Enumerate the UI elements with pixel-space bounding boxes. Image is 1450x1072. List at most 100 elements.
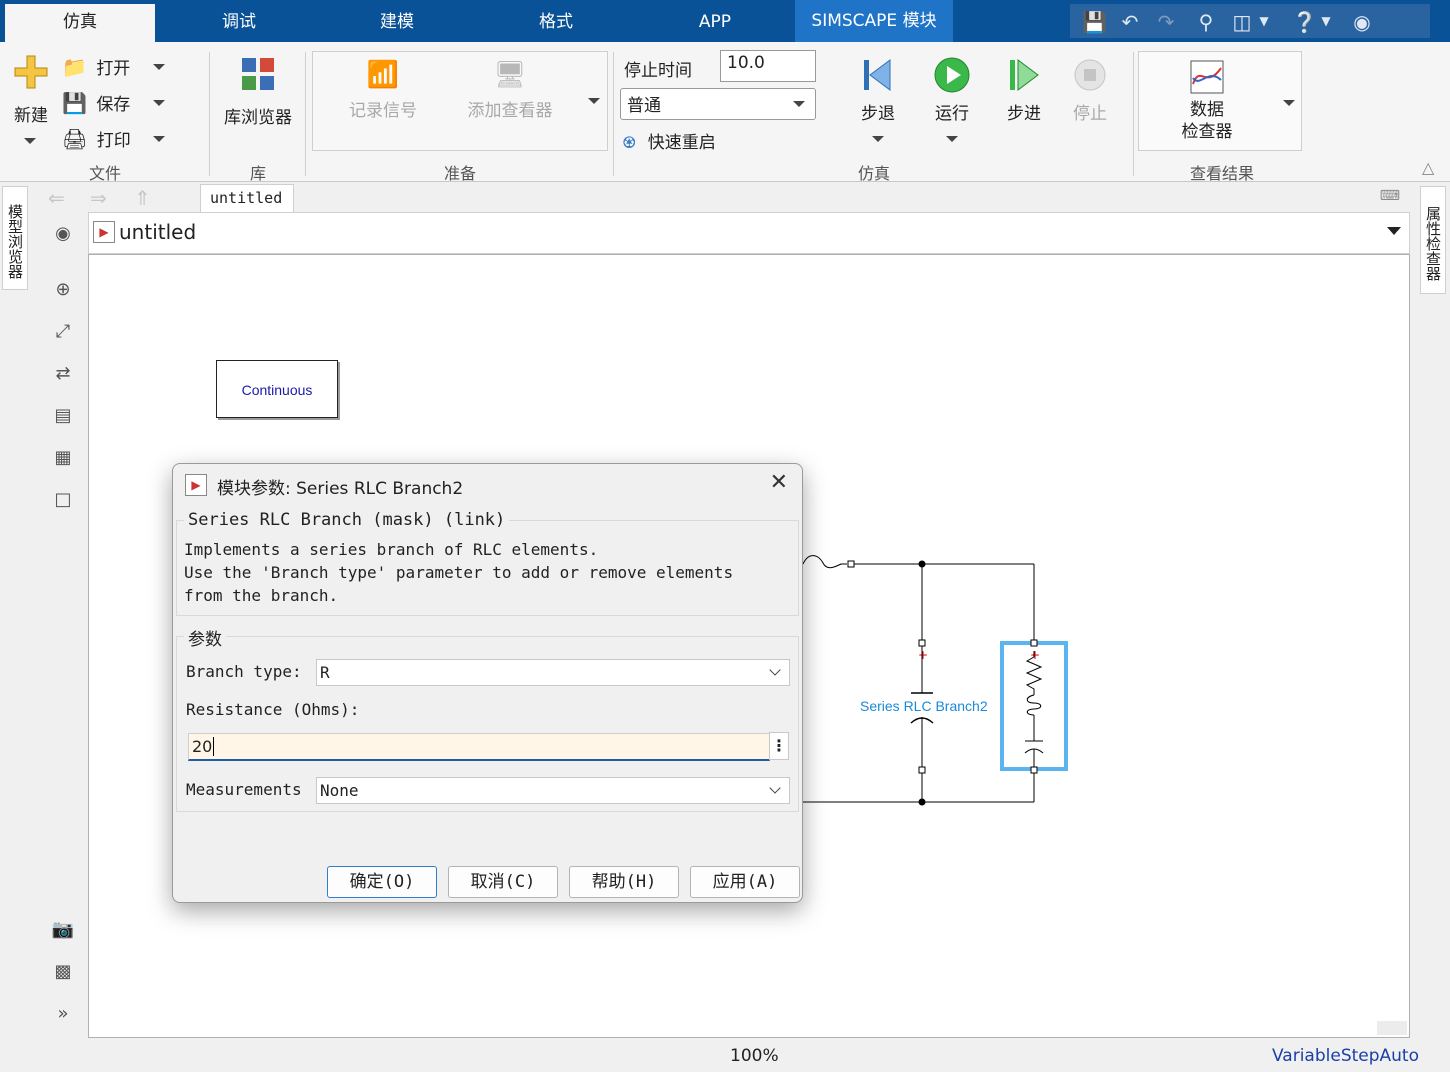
divider [613, 52, 614, 176]
chevron-down-icon[interactable] [588, 98, 600, 104]
search-icon[interactable]: ⚲ [1194, 10, 1218, 34]
step-back-label: 步退 [861, 104, 895, 124]
ok-button[interactable]: 确定(O) [327, 866, 437, 898]
library-browser-button[interactable]: 库浏览器 [219, 56, 297, 128]
chevron-down-icon[interactable] [1387, 227, 1401, 235]
chevron-down-icon[interactable] [153, 64, 165, 70]
branch-type-label: Branch type: [186, 662, 302, 681]
tab-modeling[interactable]: 建模 [318, 4, 476, 42]
port [1030, 639, 1038, 647]
ribbon: 新建 📁 打开 💾 保存 🖨 打印 文件 库浏览器 库 📶 记录信号 🖥 添加查… [0, 42, 1450, 183]
text-cursor [213, 737, 215, 756]
add-viewer-button[interactable]: 🖥 添加查看器 [463, 60, 557, 121]
divider [305, 52, 306, 176]
chevron-down-icon [769, 664, 781, 676]
folder-icon: 📁 [62, 55, 87, 79]
arrows-icon[interactable]: ⇄ [51, 362, 75, 386]
up-arrow-icon[interactable]: ⇑ [134, 186, 151, 210]
model-browser-tab[interactable]: 模型浏览器 [2, 186, 28, 290]
data-inspector-button[interactable]: 数据 检查器 [1165, 60, 1249, 143]
chevron-down-icon [769, 782, 781, 794]
back-arrow-icon[interactable]: ⇐ [48, 186, 65, 210]
save-icon[interactable]: 💾 [1082, 10, 1107, 34]
block-icon: ▶ [185, 474, 207, 496]
chevron-down-icon[interactable] [872, 136, 884, 142]
branch-type-select[interactable]: R [316, 659, 790, 686]
fit-to-view-icon[interactable]: ⤢ [51, 320, 75, 344]
open-button[interactable]: 📁 打开 [62, 54, 130, 79]
editor-tab[interactable]: untitled [200, 184, 294, 212]
port [1030, 766, 1038, 774]
hide-explorer-icon[interactable]: ◉ [51, 222, 75, 246]
chevron-down-icon[interactable] [153, 136, 165, 142]
redo-icon[interactable]: ↷ [1154, 10, 1178, 34]
step-forward-button[interactable]: 步进 [1002, 56, 1046, 124]
tab-simscape[interactable]: SIMSCAPE 模块 [795, 0, 953, 42]
property-inspector-strip: 属性检查器 [1418, 182, 1450, 1072]
library-browser-label: 库浏览器 [224, 108, 292, 128]
help-button[interactable]: 帮助(H) [569, 866, 679, 898]
new-button[interactable]: 新建 [10, 54, 52, 126]
solver-status[interactable]: VariableStepAuto [1272, 1046, 1419, 1066]
annotation-icon[interactable]: ▤ [51, 404, 75, 428]
resistance-label: Resistance (Ohms): [186, 700, 360, 719]
area-icon[interactable]: □ [51, 488, 75, 512]
measurements-value: None [320, 781, 359, 800]
parameters-label: 参数 [184, 625, 226, 650]
chevron-down-icon[interactable] [153, 100, 165, 106]
collapse-ribbon-icon[interactable]: △ [1422, 158, 1434, 177]
screenshot-icon[interactable]: 📷 [51, 918, 75, 942]
property-inspector-tab[interactable]: 属性检查器 [1420, 186, 1446, 294]
image-icon[interactable]: ▦ [51, 446, 75, 470]
log-signals-button[interactable]: 📶 记录信号 [345, 60, 421, 121]
chevron-down-icon[interactable] [946, 136, 958, 142]
zoom-in-icon[interactable]: ⊕ [51, 278, 75, 302]
stop-time-input[interactable]: 10.0 [720, 50, 816, 82]
fast-restart-button[interactable]: ♼ 快速重启 [622, 128, 716, 153]
model-browser-strip: 模型浏览器 [0, 182, 32, 1072]
tab-format[interactable]: 格式 [477, 4, 635, 42]
section-results-label: 查看结果 [1189, 164, 1254, 183]
stop-label: 停止 [1073, 104, 1107, 124]
tab-simulation[interactable]: 仿真 [5, 4, 155, 42]
apply-button[interactable]: 应用(A) [690, 866, 800, 898]
measurements-select[interactable]: None [316, 777, 790, 804]
plus-sign: + [918, 648, 928, 662]
simulation-mode-select[interactable]: 普通 [620, 88, 816, 120]
resize-grip[interactable] [1377, 1021, 1407, 1035]
more-options-icon[interactable]: ⋮ [769, 732, 789, 760]
block-description: Implements a series branch of RLC elemen… [184, 540, 734, 605]
step-back-button[interactable]: 步退 [856, 56, 900, 124]
run-label: 运行 [935, 104, 969, 124]
tab-debug[interactable]: 调试 [160, 4, 318, 42]
resistance-input[interactable]: 20 [188, 733, 770, 761]
run-button[interactable]: 运行 [930, 56, 974, 124]
step-forward-label: 步进 [1007, 104, 1041, 124]
chevron-down-icon[interactable] [1283, 100, 1295, 106]
run-icon [934, 57, 970, 93]
window-options-icon[interactable]: ◫ [1230, 10, 1254, 34]
address-bar[interactable]: ▶ untitled [88, 212, 1410, 254]
print-button[interactable]: 🖨 打印 [62, 126, 131, 151]
tab-apps[interactable]: APP [636, 4, 794, 42]
new-plus-icon [14, 55, 48, 89]
save-icon: 💾 [62, 91, 87, 115]
help-icon[interactable]: ❔ [1292, 10, 1317, 34]
expand-icon[interactable]: » [51, 1002, 75, 1026]
undo-icon[interactable]: ↶ [1118, 10, 1142, 34]
chevron-down-icon[interactable] [24, 138, 36, 144]
powergui-continuous-block[interactable]: Continuous [216, 360, 338, 418]
new-label: 新建 [14, 106, 48, 126]
results-gallery: 数据 检查器 [1138, 51, 1302, 151]
chevron-down-icon[interactable]: ▼ [1314, 14, 1338, 28]
close-icon[interactable]: ✕ [770, 470, 788, 495]
property-icon[interactable]: ▩ [51, 960, 75, 984]
keyboard-icon[interactable]: ⌨ [1380, 188, 1400, 204]
collapse-icon[interactable]: ◉ [1350, 10, 1374, 34]
cancel-button[interactable]: 取消(C) [448, 866, 558, 898]
stop-button[interactable]: 停止 [1068, 56, 1112, 124]
save-button[interactable]: 💾 保存 [62, 90, 130, 115]
save-label: 保存 [96, 95, 131, 115]
forward-arrow-icon[interactable]: ⇒ [90, 186, 107, 210]
chevron-down-icon[interactable]: ▼ [1252, 14, 1276, 28]
